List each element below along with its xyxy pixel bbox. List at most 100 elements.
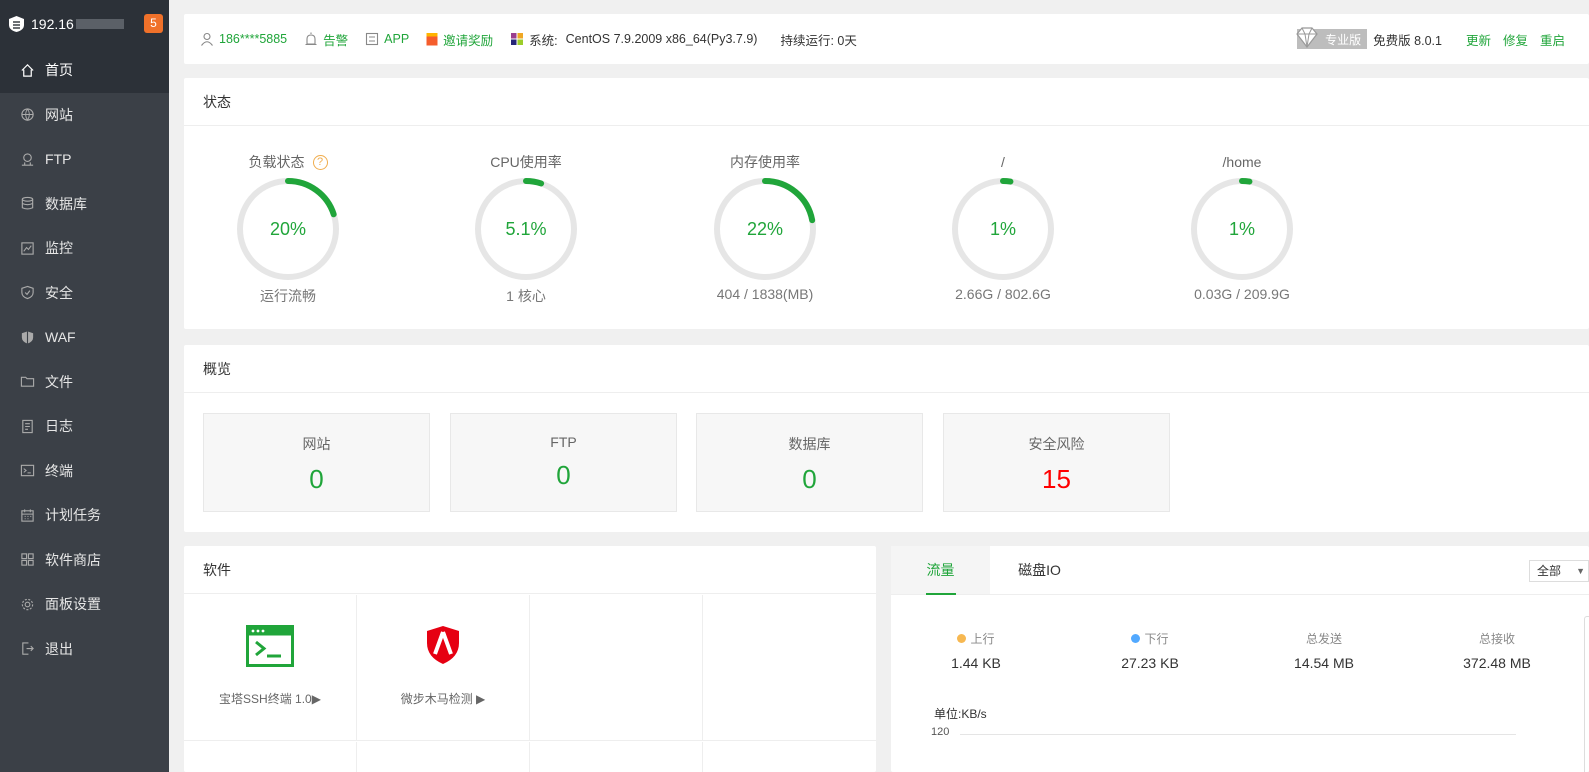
diamond-icon (1296, 27, 1318, 48)
ip-mask (75, 19, 124, 29)
gauge-value: 20% (269, 219, 307, 239)
overview-card-security-risk[interactable]: 安全风险 15 (943, 413, 1170, 512)
invite-reward-link[interactable]: 邀请奖励 (426, 30, 493, 49)
sidebar-item-database[interactable]: 数据库 (0, 182, 169, 227)
software-slot-empty (703, 595, 876, 741)
app-link[interactable]: APP (365, 32, 409, 46)
gauge-disk-root[interactable]: / 1% 2.66G / 802.6G (913, 152, 1093, 302)
status-title: 状态 (184, 78, 1589, 126)
sidebar-item-website[interactable]: 网站 (0, 93, 169, 138)
system-info: 系统: CentOS 7.9.2009 x86_64(Py3.7.9) (510, 30, 757, 49)
sidebar-item-logs[interactable]: 日志 (0, 404, 169, 449)
gauge-ring: 5.1% (473, 176, 579, 282)
tab-traffic[interactable]: 流量 (891, 546, 990, 595)
sidebar-item-security[interactable]: 安全 (0, 271, 169, 316)
sidebar-item-waf[interactable]: WAF (0, 315, 169, 360)
sidebar-item-label: 安全 (45, 284, 73, 301)
gauge-memory[interactable]: 内存使用率 22% 404 / 1838(MB) (675, 152, 855, 302)
software-item-trojan[interactable]: 微步木马检测 ▶ (357, 595, 530, 741)
software-title: 软件 (184, 546, 876, 594)
gauge-disk-home[interactable]: /home 1% 0.03G / 209.9G (1152, 152, 1332, 302)
range-select-value: 全部 (1537, 564, 1562, 578)
system-value: CentOS 7.9.2009 x86_64(Py3.7.9) (565, 32, 758, 46)
sidebar-item-label: FTP (45, 151, 72, 168)
uptime-text: 持续运行: 0天 (780, 33, 857, 48)
software-item-ssh[interactable]: 宝塔SSH终端 1.0▶ (184, 595, 357, 741)
tab-disk-io[interactable]: 磁盘IO (990, 546, 1089, 594)
log-icon (19, 418, 35, 434)
repair-link[interactable]: 修复 (1503, 30, 1528, 49)
stat-value: 1.44 KB (951, 655, 1001, 671)
stat-download: 下行 27.23 KB (1065, 630, 1235, 671)
gauge-value: 1% (989, 219, 1016, 239)
gauge-title: CPU使用率 (490, 154, 562, 170)
database-icon (19, 196, 35, 212)
sidebar-item-files[interactable]: 文件 (0, 360, 169, 405)
top-info-bar: 186****5885 告警 APP 邀请奖励 系统: CentOS 7.9.2… (184, 14, 1589, 64)
stat-label: 上行 (970, 632, 995, 646)
chart-scroll-edge (1584, 616, 1589, 772)
stat-value: 372.48 MB (1463, 655, 1531, 671)
software-slot-empty (357, 742, 530, 772)
gauge-ring: 20% (235, 176, 341, 282)
terminal-app-icon (246, 625, 294, 670)
trojan-shield-icon (425, 625, 461, 668)
sidebar-item-label: 监控 (45, 240, 73, 257)
overview-label: 数据库 (788, 436, 831, 452)
range-select[interactable]: 全部 ▼ (1529, 560, 1589, 582)
chevron-down-icon: ▼ (1576, 566, 1585, 576)
overview-value: 0 (802, 464, 817, 494)
sidebar-item-terminal[interactable]: 终端 (0, 449, 169, 494)
logout-icon (19, 641, 35, 657)
home-icon (19, 62, 35, 78)
invite-label: 邀请奖励 (443, 33, 494, 48)
chart-gridline (960, 734, 1516, 735)
user-account[interactable]: 186****5885 (200, 32, 287, 46)
shield-icon (19, 285, 35, 301)
sidebar-item-label: 软件商店 (45, 551, 101, 568)
overview-label: 网站 (302, 436, 331, 452)
stat-label: 总发送 (1305, 632, 1342, 646)
user-phone: 186****5885 (219, 32, 288, 46)
sidebar-item-logout[interactable]: 退出 (0, 627, 169, 672)
gear-icon (19, 596, 35, 612)
overview-card-database[interactable]: 数据库 0 (696, 413, 923, 512)
sidebar-menu: 首页 网站 FTP 数据库 监控 安全 WAF 文件 日志 终端 计划任务 软件… (0, 48, 169, 671)
update-link[interactable]: 更新 (1466, 30, 1491, 49)
sidebar-item-cron[interactable]: 计划任务 (0, 493, 169, 538)
sidebar-item-label: 数据库 (45, 195, 87, 212)
gauge-title: /home (1222, 154, 1262, 170)
pro-edition-badge[interactable]: 专业版 (1296, 27, 1368, 49)
gauge-cpu[interactable]: CPU使用率 5.1% 1 核心 (436, 152, 616, 306)
server-ip: 192.16 (31, 16, 74, 32)
sidebar-item-home[interactable]: 首页 (0, 48, 169, 93)
overview-card-website[interactable]: 网站 0 (203, 413, 430, 512)
alarm-icon (305, 32, 317, 46)
sidebar-item-store[interactable]: 软件商店 (0, 538, 169, 583)
sidebar-item-label: 面板设置 (45, 596, 101, 613)
alarm-link[interactable]: 告警 (304, 30, 348, 49)
software-name: 宝塔SSH终端 1.0▶ (219, 692, 321, 706)
server-header[interactable]: 192.16 5 (0, 0, 169, 48)
centos-logo-icon (511, 33, 524, 45)
sidebar-item-monitor[interactable]: 监控 (0, 226, 169, 271)
gauge-title: / (1001, 154, 1005, 170)
alarm-label: 告警 (323, 33, 349, 48)
overview-card-ftp[interactable]: FTP 0 (450, 413, 677, 512)
terminal-icon (19, 463, 35, 479)
gauge-load[interactable]: 负载状态? 20% 运行流畅 (198, 152, 378, 306)
sidebar-item-settings[interactable]: 面板设置 (0, 582, 169, 627)
traffic-panel: 流量 磁盘IO 全部 ▼ 上行 1.44 KB 下行 27.23 KB 总发送 … (891, 546, 1589, 772)
sidebar-item-label: 文件 (45, 373, 73, 390)
restart-link[interactable]: 重启 (1540, 30, 1565, 49)
uptime: 持续运行: 0天 (774, 30, 856, 49)
stat-total-sent: 总发送 14.54 MB (1239, 630, 1409, 671)
sidebar-item-ftp[interactable]: FTP (0, 137, 169, 182)
help-icon[interactable]: ? (312, 154, 328, 170)
gauge-value: 1% (1228, 219, 1255, 239)
gauge-title: 负载状态? (198, 152, 378, 172)
pro-label: 专业版 (1325, 32, 1362, 47)
app-icon (366, 32, 379, 46)
notification-badge[interactable]: 5 (144, 14, 163, 33)
gauge-subtext: 2.66G / 802.6G (955, 286, 1051, 302)
